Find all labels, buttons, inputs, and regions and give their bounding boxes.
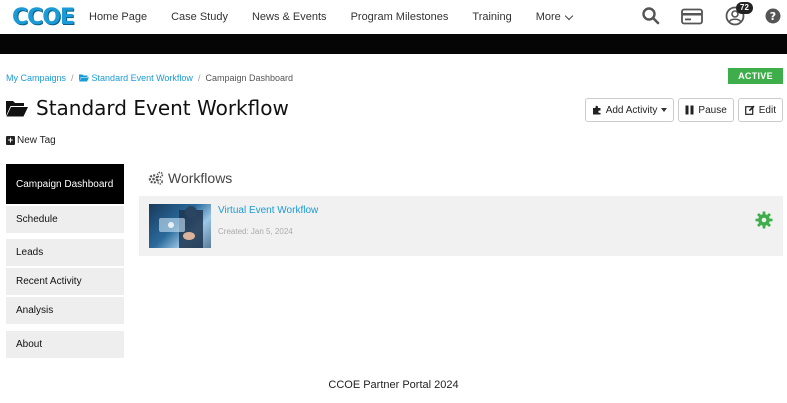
workflow-card: Virtual Event Workflow Created: Jan 5, 2… <box>139 196 783 256</box>
folder-open-icon <box>6 100 28 116</box>
black-banner <box>0 34 787 54</box>
pause-icon <box>685 105 694 115</box>
sidebar-item-label: About <box>16 339 43 350</box>
ccoe-logo[interactable]: CCOE <box>12 4 75 30</box>
edit-label: Edit <box>758 104 776 116</box>
add-activity-label: Add Activity <box>605 104 658 116</box>
workflow-thumbnail <box>149 204 211 248</box>
workflow-name-link[interactable]: Virtual Event Workflow <box>218 205 318 216</box>
sidebar-item-label: Schedule <box>16 214 58 225</box>
sidebar-item-label: Campaign Dashboard <box>16 178 114 190</box>
sidebar-item-analysis[interactable]: Analysis <box>6 297 124 324</box>
edit-button[interactable]: Edit <box>737 98 783 122</box>
sidebar-item-campaign-dashboard[interactable]: Campaign Dashboard <box>6 164 124 204</box>
add-activity-button[interactable]: Add Activity <box>584 98 675 122</box>
workflows-heading: Workflows <box>148 170 232 186</box>
logo-text: CCOE <box>12 4 75 30</box>
folder-open-icon <box>78 74 89 82</box>
nav-more-dropdown[interactable]: More <box>535 11 574 23</box>
page-title-row: Standard Event Workflow <box>6 96 289 120</box>
breadcrumb-my-campaigns[interactable]: My Campaigns <box>6 73 66 83</box>
breadcrumb-separator: / <box>71 73 74 83</box>
nav-link-home-page[interactable]: Home Page <box>89 11 147 23</box>
nav-more-label: More <box>535 11 561 23</box>
sidebar-item-label: Leads <box>16 247 44 258</box>
help-icon[interactable]: ? <box>765 8 781 29</box>
sidebar-item-recent-activity[interactable]: Recent Activity <box>6 268 124 295</box>
nav-link-case-study[interactable]: Case Study <box>171 11 228 23</box>
status-badge: ACTIVE <box>728 68 783 84</box>
svg-text:?: ? <box>770 10 776 23</box>
breadcrumb-separator: / <box>197 73 201 83</box>
sidebar-item-schedule[interactable]: Schedule <box>6 206 124 233</box>
sidebar-item-label: Recent Activity <box>16 276 82 287</box>
nav-link-training[interactable]: Training <box>472 11 511 23</box>
sidebar-item-label: Analysis <box>16 305 54 316</box>
sidebar-item-about[interactable]: About <box>6 331 124 358</box>
cogs-icon <box>148 171 164 185</box>
user-notifications-icon[interactable]: 72 <box>725 2 753 31</box>
breadcrumb-standard-event-workflow[interactable]: Standard Event Workflow <box>78 73 193 83</box>
sidebar-item-leads[interactable]: Leads <box>6 239 124 266</box>
new-tag-button[interactable]: + New Tag <box>6 135 56 146</box>
new-tag-label: New Tag <box>17 135 56 146</box>
nav-link-program-milestones[interactable]: Program Milestones <box>351 11 449 23</box>
workflows-heading-label: Workflows <box>168 170 233 186</box>
nav-links: Home Page Case Study News & Events Progr… <box>89 0 574 34</box>
plus-square-icon: + <box>6 135 15 145</box>
nav-link-news-events[interactable]: News & Events <box>252 11 327 23</box>
caret-down-icon <box>661 108 668 112</box>
search-icon[interactable] <box>641 6 661 31</box>
notification-count-badge: 72 <box>736 2 753 14</box>
pause-button[interactable]: Pause <box>678 98 734 122</box>
action-toolbar: Add Activity Pause Edit <box>584 98 783 122</box>
puzzle-icon <box>592 105 601 115</box>
footer-text: CCOE Partner Portal 2024 <box>328 379 459 391</box>
gear-icon[interactable] <box>755 211 773 234</box>
credit-card-icon[interactable] <box>681 8 703 30</box>
chevron-down-icon <box>564 11 574 20</box>
pause-label: Pause <box>698 104 727 116</box>
top-navigation: CCOE Home Page Case Study News & Events … <box>0 0 787 34</box>
workflow-created-date: Created: Jan 5, 2024 <box>218 227 293 236</box>
breadcrumb-current: Campaign Dashboard <box>205 73 294 83</box>
breadcrumb-standard-event-workflow-label: Standard Event Workflow <box>91 73 193 83</box>
edit-icon <box>744 105 755 115</box>
page-title: Standard Event Workflow <box>36 96 289 120</box>
sidebar: Campaign Dashboard Schedule Leads Recent… <box>6 164 124 358</box>
breadcrumb: My Campaigns / Standard Event Workflow /… <box>6 73 293 83</box>
